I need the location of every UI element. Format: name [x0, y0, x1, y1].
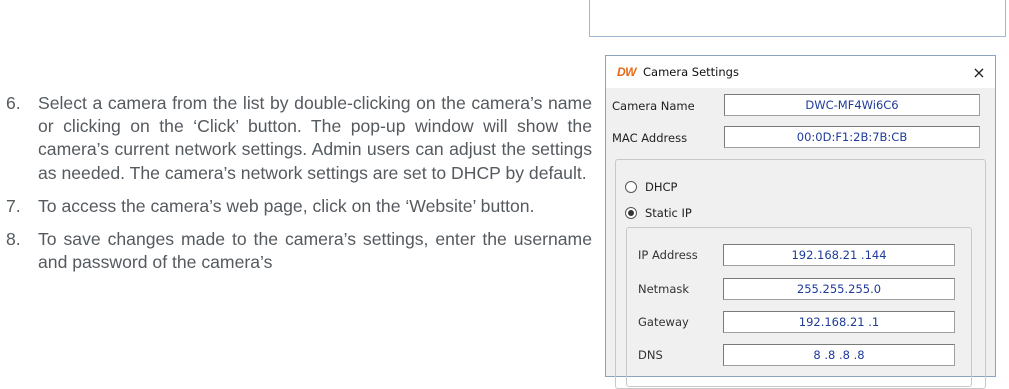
dns-label: DNS: [638, 348, 663, 362]
step-number: 8.: [6, 229, 21, 250]
camera-name-label: Camera Name: [612, 99, 695, 113]
gateway-field[interactable]: 192.168.21 .1: [723, 311, 955, 333]
step-text: To save changes made to the camera’s set…: [38, 229, 592, 273]
netmask-label: Netmask: [638, 282, 690, 296]
close-button[interactable]: ×: [967, 60, 991, 84]
dw-logo-icon: DW: [617, 65, 637, 79]
dialog-title: Camera Settings: [643, 65, 739, 79]
step-6: 6. Select a camera from the list by doub…: [0, 92, 592, 185]
netmask-field[interactable]: 255.255.255.0: [723, 278, 955, 300]
dhcp-radio-option[interactable]: DHCP: [625, 180, 677, 194]
instruction-steps: 6. Select a camera from the list by doub…: [0, 92, 592, 284]
step-number: 6.: [6, 93, 21, 113]
step-7: 7. To access the camera’s web page, clic…: [0, 195, 592, 218]
dialog-titlebar[interactable]: DW Camera Settings ×: [606, 56, 995, 88]
step-8: 8. To save changes made to the camera’s …: [0, 228, 592, 274]
static-ip-radio[interactable]: [625, 207, 637, 219]
camera-list-window: [589, 0, 1006, 37]
ip-address-field[interactable]: 192.168.21 .144: [723, 244, 955, 266]
static-ip-radio-option[interactable]: Static IP: [625, 206, 692, 220]
static-ip-label: Static IP: [645, 206, 692, 220]
mac-address-field[interactable]: 00:0D:F1:2B:7B:CB: [724, 126, 980, 148]
dhcp-label: DHCP: [645, 180, 678, 194]
ip-address-label: IP Address: [638, 248, 698, 262]
step-text: To access the camera’s web page, click o…: [38, 195, 535, 216]
step-number: 7.: [6, 195, 21, 216]
mac-address-label: MAC Address: [612, 131, 688, 145]
camera-name-field[interactable]: DWC-MF4Wi6C6: [724, 94, 980, 116]
gateway-label: Gateway: [638, 315, 689, 329]
camera-settings-dialog: DW Camera Settings × Camera Name DWC-MF4…: [605, 55, 996, 389]
dns-field[interactable]: 8 .8 .8 .8: [723, 344, 955, 366]
dhcp-radio[interactable]: [625, 181, 637, 193]
step-text: Select a camera from the list by double-…: [38, 93, 592, 183]
